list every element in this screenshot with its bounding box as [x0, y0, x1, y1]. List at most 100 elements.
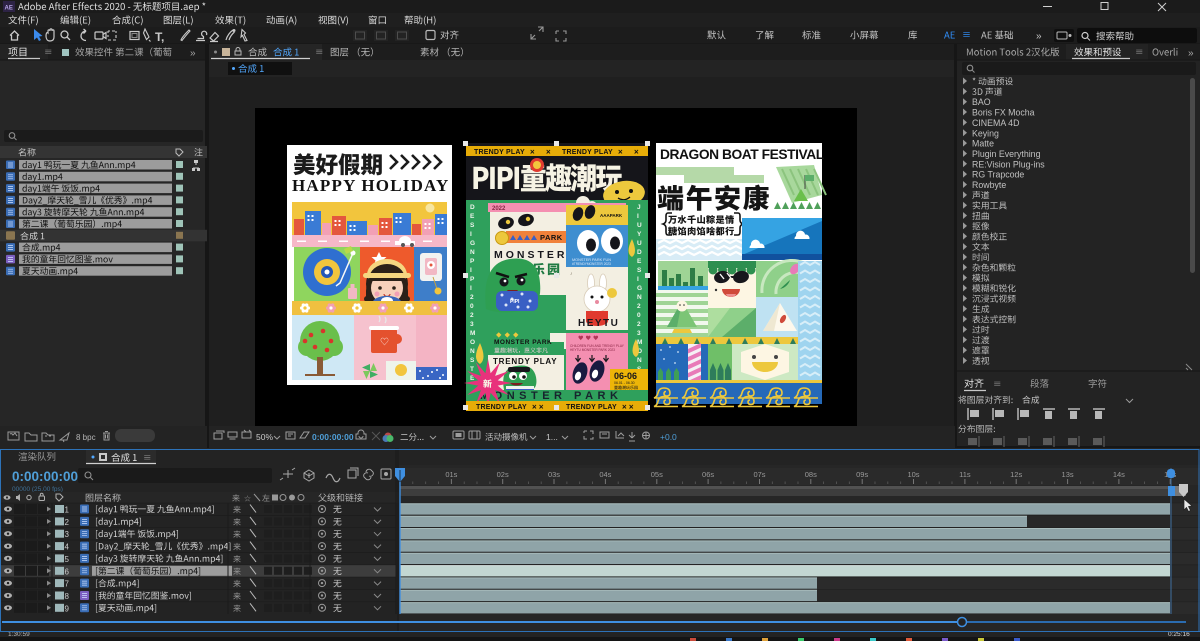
svg-text:6: 6: [65, 567, 70, 576]
svg-text:S: S: [637, 267, 642, 274]
svg-text:06-06: 06-06: [614, 371, 637, 381]
svg-text:Keying: Keying: [972, 128, 999, 138]
svg-text:3: 3: [65, 530, 70, 539]
svg-text:U: U: [637, 240, 642, 247]
svg-text:02s: 02s: [497, 470, 509, 479]
svg-text:BAO: BAO: [972, 97, 991, 107]
svg-text:PARK: PARK: [540, 233, 563, 242]
svg-text:O: O: [470, 339, 475, 346]
svg-text:9: 9: [65, 604, 70, 613]
svg-text:5: 5: [65, 555, 70, 564]
svg-text:TRENDY PLAY: TRENDY PLAY: [562, 149, 613, 156]
svg-text:TRENDY PLAY: TRENDY PLAY: [476, 404, 527, 411]
svg-text:Matte: Matte: [972, 139, 994, 149]
svg-text:08s: 08s: [805, 470, 817, 479]
svg-text:RG Trapcode: RG Trapcode: [972, 170, 1024, 180]
svg-text:01s: 01s: [445, 470, 457, 479]
svg-text:CINEMA 4D: CINEMA 4D: [972, 118, 1019, 128]
svg-text:7: 7: [65, 580, 70, 589]
svg-text:S: S: [470, 357, 475, 364]
svg-text:0:00:00:00: 0:00:00:00: [312, 432, 354, 442]
svg-text:0: 0: [470, 303, 474, 310]
svg-text:TRENDY PLAY: TRENDY PLAY: [566, 404, 617, 411]
svg-text:2: 2: [65, 518, 70, 527]
svg-text:50%: 50%: [256, 432, 273, 442]
svg-text:TRENDY PLAY: TRENDY PLAY: [493, 357, 557, 366]
svg-text:Rowbyte: Rowbyte: [972, 180, 1006, 190]
svg-text:M: M: [470, 330, 475, 337]
svg-text:07s: 07s: [753, 470, 765, 479]
svg-text:Y: Y: [637, 231, 642, 238]
svg-text:×: ×: [634, 148, 639, 157]
svg-text:I: I: [470, 267, 472, 274]
svg-text:3: 3: [637, 330, 641, 337]
svg-text:E: E: [637, 258, 642, 265]
svg-text:0:25:16: 0:25:16: [1168, 631, 1190, 638]
svg-text:× ×: × ×: [532, 403, 544, 412]
svg-text:MONSTER: MONSTER: [494, 249, 568, 261]
svg-text:1...: 1...: [546, 432, 558, 442]
svg-text:AE: AE: [5, 6, 13, 12]
svg-text:2: 2: [470, 294, 474, 301]
svg-text:05s: 05s: [651, 470, 663, 479]
svg-text:HEYTU MONSTER PARK 2023: HEYTU MONSTER PARK 2023: [570, 348, 615, 352]
svg-text:MONSTER PARK: MONSTER PARK: [494, 339, 552, 346]
svg-text:N: N: [637, 357, 642, 364]
svg-text:2: 2: [470, 312, 474, 319]
svg-text:#TRENDYMONSTER 2023: #TRENDYMONSTER 2023: [572, 262, 611, 266]
svg-text:04s: 04s: [599, 470, 611, 479]
svg-text:I: I: [470, 285, 472, 292]
svg-text:0:00:00:00: 0:00:00:00: [12, 469, 78, 484]
svg-text:HAPPY HOLIDAY: HAPPY HOLIDAY: [292, 176, 449, 195]
svg-text:DRAGON BOAT FESTIVAL: DRAGON BOAT FESTIVAL: [660, 147, 824, 162]
svg-text:8: 8: [65, 592, 70, 601]
svg-text:P: P: [470, 258, 475, 265]
svg-text:G: G: [637, 285, 642, 292]
svg-text:8 bpc: 8 bpc: [76, 433, 96, 442]
svg-text:2022: 2022: [492, 206, 506, 212]
svg-text:10s: 10s: [907, 470, 919, 479]
svg-text:»: »: [1036, 31, 1042, 42]
svg-text:TRENDY PLAY: TRENDY PLAY: [474, 149, 525, 156]
svg-text:00000 (25.00 fps): 00000 (25.00 fps): [12, 486, 63, 493]
svg-text:RE:Vision Plug-ins: RE:Vision Plug-ins: [972, 159, 1045, 169]
svg-text:+0.0: +0.0: [660, 432, 677, 442]
svg-text:T,: T,: [155, 30, 164, 44]
svg-text:03s: 03s: [548, 470, 560, 479]
svg-text:AAAPARK: AAAPARK: [600, 213, 623, 218]
svg-text:I: I: [637, 276, 639, 283]
svg-text:T: T: [470, 366, 474, 373]
svg-text:2: 2: [637, 321, 641, 328]
svg-text:×: ×: [546, 148, 551, 157]
svg-text:12s: 12s: [1010, 470, 1022, 479]
svg-text:I: I: [470, 231, 472, 238]
svg-text:PIPI: PIPI: [510, 299, 520, 305]
svg-text:I: I: [637, 213, 639, 220]
svg-text:»: »: [190, 48, 196, 59]
svg-text:S: S: [470, 222, 475, 229]
svg-text:E: E: [470, 213, 475, 220]
svg-text:× ×: × ×: [622, 403, 634, 412]
svg-text:06s: 06s: [702, 470, 714, 479]
svg-text:11s: 11s: [959, 470, 971, 479]
svg-text:4: 4: [65, 543, 70, 552]
svg-text:J: J: [637, 204, 641, 211]
svg-text:1: 1: [65, 506, 70, 515]
svg-text:G: G: [470, 240, 475, 247]
svg-text:»: »: [1188, 48, 1194, 59]
svg-text:09s: 09s: [856, 470, 868, 479]
svg-text:HEYTU: HEYTU: [578, 318, 619, 329]
svg-text:0: 0: [637, 312, 641, 319]
svg-text:N: N: [470, 249, 475, 256]
svg-text:N: N: [470, 348, 475, 355]
svg-text:D: D: [470, 204, 475, 211]
svg-text:13s: 13s: [1062, 470, 1074, 479]
svg-text:D: D: [637, 249, 642, 256]
svg-text:P: P: [470, 276, 475, 283]
svg-text:Boris FX Mocha: Boris FX Mocha: [972, 108, 1035, 118]
svg-text:1:30:59: 1:30:59: [8, 631, 30, 638]
svg-text:06.01 - 06.30: 06.01 - 06.30: [614, 381, 635, 385]
svg-text:3: 3: [470, 321, 474, 328]
svg-text:Plugin Everything: Plugin Everything: [972, 149, 1041, 159]
svg-text:14s: 14s: [1113, 470, 1125, 479]
